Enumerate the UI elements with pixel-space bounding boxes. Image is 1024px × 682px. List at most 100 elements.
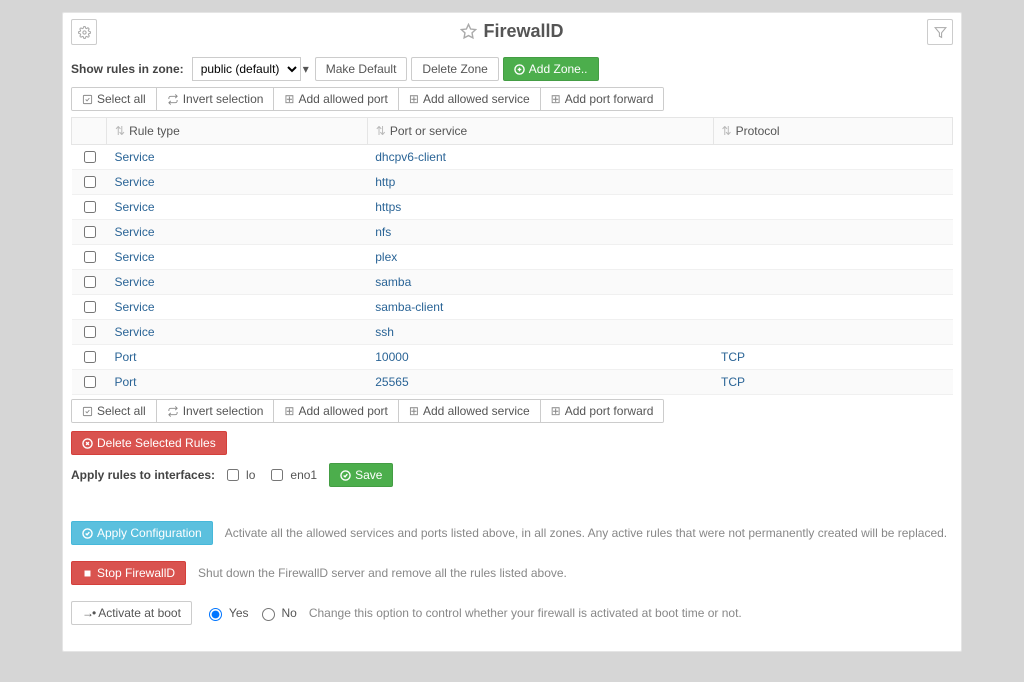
main-panel: FirewallD Show rules in zone: public (de… — [62, 12, 962, 652]
rule-type-link[interactable]: Service — [115, 300, 155, 314]
invert-selection-button-2[interactable]: Invert selection — [157, 400, 275, 422]
panel-header: FirewallD — [63, 13, 961, 53]
table-row: Service https — [72, 195, 953, 220]
row-checkbox[interactable] — [84, 326, 96, 338]
stop-firewalld-row: Stop FirewallD Shut down the FirewallD s… — [63, 555, 961, 591]
zone-select[interactable]: public (default) — [192, 57, 301, 81]
stop-firewalld-button[interactable]: Stop FirewallD — [71, 561, 186, 585]
iface-lo-checkbox[interactable] — [227, 469, 239, 481]
col-protocol[interactable]: ⇅Protocol — [713, 118, 953, 145]
rule-type-link[interactable]: Service — [115, 150, 155, 164]
stop-square-icon — [82, 568, 93, 579]
check-circle-icon — [82, 528, 93, 539]
select-all-button-2[interactable]: Select all — [72, 400, 157, 422]
rules-table: ⇅Rule type ⇅Port or service ⇅Protocol Se… — [71, 117, 953, 395]
title-text: FirewallD — [483, 21, 563, 42]
close-circle-icon — [82, 438, 93, 449]
table-row: Port 25565 TCP — [72, 370, 953, 395]
row-checkbox[interactable] — [84, 151, 96, 163]
apply-configuration-hint: Activate all the allowed services and po… — [225, 526, 947, 540]
zone-label: Show rules in zone: — [71, 62, 184, 76]
rule-type-link[interactable]: Service — [115, 325, 155, 339]
activate-at-boot-hint: Change this option to control whether yo… — [309, 606, 742, 620]
table-row: Service samba-client — [72, 295, 953, 320]
port-service-link[interactable]: samba — [375, 275, 411, 289]
swap-icon — [167, 406, 179, 417]
rule-type-link[interactable]: Service — [115, 250, 155, 264]
col-port-service[interactable]: ⇅Port or service — [367, 118, 713, 145]
delete-zone-button[interactable]: Delete Zone — [411, 57, 498, 81]
filter-button[interactable] — [927, 19, 953, 45]
zone-bar: Show rules in zone: public (default) ▾ M… — [63, 53, 961, 85]
add-port-forward-button[interactable]: ⊞ Add port forward — [541, 88, 664, 110]
boot-yes[interactable]: Yes — [204, 605, 249, 621]
rule-type-link[interactable]: Port — [115, 375, 137, 389]
col-rule-type[interactable]: ⇅Rule type — [107, 118, 368, 145]
activate-at-boot-button[interactable]: →• Activate at boot — [71, 601, 192, 625]
plus-box-icon: ⊞ — [284, 92, 294, 106]
rule-type-link[interactable]: Port — [115, 350, 137, 364]
swap-icon — [167, 94, 179, 105]
make-default-button[interactable]: Make Default — [315, 57, 408, 81]
port-service-link[interactable]: 25565 — [375, 375, 408, 389]
plus-box-icon: ⊞ — [409, 404, 419, 418]
table-row: Service nfs — [72, 220, 953, 245]
rule-type-link[interactable]: Service — [115, 200, 155, 214]
port-service-link[interactable]: dhcpv6-client — [375, 150, 446, 164]
add-allowed-port-button-2[interactable]: ⊞ Add allowed port — [274, 400, 398, 422]
invert-selection-button[interactable]: Invert selection — [157, 88, 275, 110]
boot-yes-radio[interactable] — [209, 608, 222, 621]
row-checkbox[interactable] — [84, 376, 96, 388]
add-zone-button[interactable]: Add Zone.. — [503, 57, 599, 81]
rule-type-link[interactable]: Service — [115, 275, 155, 289]
page-title: FirewallD — [460, 21, 563, 42]
port-service-link[interactable]: ssh — [375, 325, 394, 339]
row-checkbox[interactable] — [84, 251, 96, 263]
delete-selected-button[interactable]: Delete Selected Rules — [71, 431, 227, 455]
table-row: Service plex — [72, 245, 953, 270]
filter-icon — [934, 26, 947, 39]
plus-box-icon: ⊞ — [284, 404, 294, 418]
row-checkbox[interactable] — [84, 201, 96, 213]
plus-box-icon: ⊞ — [551, 404, 561, 418]
settings-button[interactable] — [71, 19, 97, 45]
add-port-forward-button-2[interactable]: ⊞ Add port forward — [541, 400, 664, 422]
save-interfaces-button[interactable]: Save — [329, 463, 393, 487]
rule-type-link[interactable]: Service — [115, 175, 155, 189]
gear-icon — [78, 26, 91, 39]
add-allowed-service-button-2[interactable]: ⊞ Add allowed service — [399, 400, 541, 422]
plus-box-icon: ⊞ — [551, 92, 561, 106]
boot-no-radio[interactable] — [262, 608, 275, 621]
port-service-link[interactable]: https — [375, 200, 401, 214]
iface-eno1[interactable]: eno1 — [267, 466, 317, 484]
row-checkbox[interactable] — [84, 276, 96, 288]
boot-no[interactable]: No — [257, 605, 297, 621]
select-all-button[interactable]: Select all — [72, 88, 157, 110]
check-circle-icon — [340, 470, 351, 481]
toggle-icon: →• — [82, 606, 94, 620]
apply-interfaces-label: Apply rules to interfaces: — [71, 468, 215, 482]
row-checkbox[interactable] — [84, 176, 96, 188]
row-checkbox[interactable] — [84, 351, 96, 363]
table-row: Port 10000 TCP — [72, 345, 953, 370]
toolbar-top: Select all Invert selection ⊞ Add allowe… — [71, 87, 664, 111]
apply-interfaces-row: Apply rules to interfaces: lo eno1 Save — [63, 459, 961, 491]
add-allowed-service-button[interactable]: ⊞ Add allowed service — [399, 88, 541, 110]
add-allowed-port-button[interactable]: ⊞ Add allowed port — [274, 88, 398, 110]
protocol-link[interactable]: TCP — [721, 350, 745, 364]
row-checkbox[interactable] — [84, 301, 96, 313]
iface-eno1-checkbox[interactable] — [271, 469, 283, 481]
protocol-link[interactable]: TCP — [721, 375, 745, 389]
activate-at-boot-row: →• Activate at boot Yes No Change this o… — [63, 595, 961, 631]
port-service-link[interactable]: plex — [375, 250, 397, 264]
row-checkbox[interactable] — [84, 226, 96, 238]
port-service-link[interactable]: samba-client — [375, 300, 443, 314]
table-row: Service http — [72, 170, 953, 195]
port-service-link[interactable]: nfs — [375, 225, 391, 239]
port-service-link[interactable]: http — [375, 175, 395, 189]
toolbar-bottom: Select all Invert selection ⊞ Add allowe… — [71, 399, 664, 423]
iface-lo[interactable]: lo — [223, 466, 255, 484]
port-service-link[interactable]: 10000 — [375, 350, 408, 364]
rule-type-link[interactable]: Service — [115, 225, 155, 239]
table-row: Service ssh — [72, 320, 953, 345]
